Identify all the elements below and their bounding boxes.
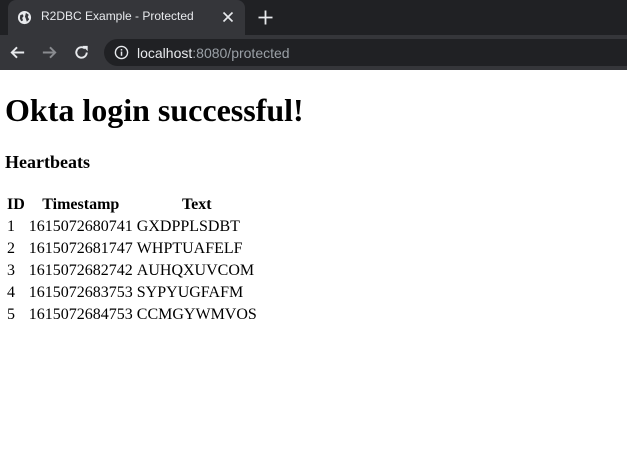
url-host: localhost — [137, 45, 193, 61]
cell-text: SYPYUGFAFM — [136, 284, 244, 301]
reload-icon[interactable] — [72, 43, 91, 62]
section-heading: Heartbeats — [5, 152, 90, 172]
cell-id: 5 — [7, 306, 15, 323]
cell-timestamp: 1615072681747 — [28, 240, 133, 257]
cell-text: GXDPPLSDBT — [136, 218, 240, 235]
forward-arrow-icon[interactable] — [40, 43, 59, 62]
table-row: 4 1615072683753 SYPYUGFAFM — [6, 283, 258, 303]
cell-timestamp: 1615072682742 — [28, 262, 133, 279]
cell-text: AUHQXUVCOM — [136, 262, 255, 279]
page-content: Okta login successful! Heartbeats ID Tim… — [0, 70, 627, 454]
cell-text: CCMGYWMVOS — [136, 306, 257, 323]
close-icon[interactable] — [222, 11, 234, 23]
cell-timestamp: 1615072683753 — [28, 284, 133, 301]
table-row: 5 1615072684753 CCMGYWMVOS — [6, 305, 258, 325]
cell-text: WHPTUAFELF — [136, 240, 243, 257]
browser-toolbar: localhost:8080/protected — [0, 35, 627, 70]
table-row: 1 1615072680741 GXDPPLSDBT — [6, 217, 258, 237]
url-text[interactable]: localhost:8080/protected — [137, 45, 290, 61]
page-title: Okta login successful! — [5, 92, 304, 128]
plus-icon[interactable] — [257, 9, 274, 26]
tab-title: R2DBC Example - Protected — [41, 9, 194, 23]
heartbeats-table: ID Timestamp Text 1 1615072680741 GXDPPL… — [4, 193, 260, 327]
globe-icon — [17, 10, 32, 25]
table-header-row: ID Timestamp Text — [6, 195, 258, 215]
cell-id: 4 — [7, 284, 15, 301]
column-header-id: ID — [7, 196, 25, 213]
table-row: 3 1615072682742 AUHQXUVCOM — [6, 261, 258, 281]
cell-timestamp: 1615072684753 — [28, 306, 133, 323]
browser-tab[interactable]: R2DBC Example - Protected — [8, 0, 245, 35]
cell-id: 1 — [7, 218, 15, 235]
column-header-timestamp: Timestamp — [42, 196, 120, 213]
url-path: :8080/protected — [192, 45, 290, 61]
cell-id: 2 — [7, 240, 15, 257]
table-row: 2 1615072681747 WHPTUAFELF — [6, 239, 258, 259]
back-arrow-icon[interactable] — [8, 43, 27, 62]
column-header-text: Text — [181, 196, 212, 213]
cell-timestamp: 1615072680741 — [28, 218, 133, 235]
info-icon[interactable] — [114, 45, 129, 60]
tab-strip: R2DBC Example - Protected — [0, 0, 627, 35]
cell-id: 3 — [7, 262, 15, 279]
address-bar[interactable]: localhost:8080/protected — [104, 39, 627, 66]
